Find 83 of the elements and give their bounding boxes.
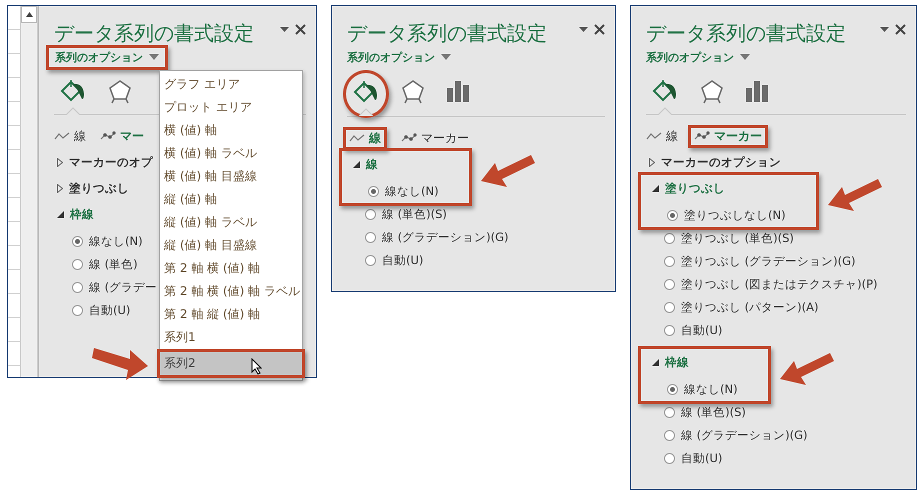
menu-item[interactable]: 横 (値) 軸 ラベル (160, 142, 302, 165)
section-header[interactable]: マーカーのオプション (646, 149, 781, 175)
options-dropdown[interactable]: 系列のオプション (55, 48, 163, 66)
section-header[interactable]: 塗りつぶし (649, 175, 725, 201)
caret-icon (280, 27, 289, 32)
options-dropdown[interactable]: 系列のオプション (347, 48, 455, 66)
radio-option[interactable]: 線 (グラデーション)(G) (365, 226, 509, 249)
sub-tab[interactable]: マーカー (694, 128, 762, 144)
caret-icon (149, 54, 159, 60)
marker-line-icon (694, 131, 710, 141)
radio-option[interactable]: 自動(U) (72, 299, 130, 322)
radio-option[interactable]: 線なし(N) (72, 230, 143, 253)
bar-chart-icon (745, 78, 769, 104)
pane-title: データ系列の書式設定 (54, 20, 254, 46)
paint-bucket-icon (352, 79, 380, 105)
radio-option[interactable]: 線 (単色)(S) (664, 401, 746, 424)
radio-option[interactable]: 自動(U) (664, 319, 722, 342)
radio-option[interactable]: 線 (グラデーション)(G) (664, 424, 808, 447)
caret-icon (880, 27, 889, 32)
menu-item[interactable]: 系列1 (160, 326, 302, 349)
sub-tab[interactable]: 線 (349, 130, 381, 146)
menu-item[interactable]: 系列2 (160, 352, 302, 375)
radio-option[interactable]: 塗りつぶし (単色)(S) (664, 227, 794, 250)
section-header[interactable]: 枠線 (54, 201, 94, 227)
section-header[interactable]: 塗りつぶし (54, 175, 129, 201)
close-icon (895, 24, 906, 35)
line-icon (646, 131, 662, 141)
pane-options-button[interactable] (280, 27, 289, 32)
section-header[interactable]: 線 (350, 151, 378, 177)
sub-tab[interactable]: 線 (54, 128, 86, 144)
radio-option[interactable]: 自動(U) (664, 447, 722, 470)
pane-options-button[interactable] (579, 27, 588, 32)
options-dropdown[interactable]: 系列のオプション (646, 48, 754, 66)
close-button[interactable] (895, 24, 906, 35)
close-icon (295, 24, 306, 35)
caret-icon (740, 54, 750, 60)
selection-notch (359, 108, 373, 116)
sub-tab[interactable]: 線 (646, 128, 678, 144)
sub-tab[interactable]: マー (100, 128, 144, 144)
menu-item[interactable]: 横 (値) 軸 目盛線 (160, 165, 302, 188)
scroll-up-button[interactable] (21, 6, 37, 23)
caret-icon (579, 27, 588, 32)
menu-item[interactable]: 第 2 軸 横 (値) 軸 ラベル (160, 280, 302, 303)
menu-item[interactable]: グラフ エリア (160, 73, 302, 96)
radio-option[interactable]: 塗りつぶし (図またはテクスチャ)(P) (664, 273, 878, 296)
scroll-bar[interactable] (21, 6, 38, 377)
radio-option[interactable]: 塗りつぶし (グラデーション)(G) (664, 250, 856, 273)
bar-chart-icon (446, 78, 470, 104)
pane-title: データ系列の書式設定 (347, 20, 547, 46)
caret-icon (441, 54, 451, 60)
radio-option[interactable]: 線なし(N) (368, 180, 439, 203)
close-icon (594, 24, 605, 35)
line-icon (54, 131, 70, 141)
line-icon (349, 133, 365, 143)
pane-title: データ系列の書式設定 (646, 20, 846, 46)
radio-option[interactable]: 線なし(N) (667, 378, 738, 401)
paint-bucket-icon (651, 78, 679, 104)
menu-item[interactable]: 第 2 軸 縦 (値) 軸 (160, 303, 302, 326)
pentagon-icon (699, 78, 725, 104)
section-header[interactable]: マーカーのオプ (54, 149, 153, 175)
paint-bucket-icon (59, 78, 87, 104)
menu-item[interactable]: 縦 (値) 軸 ラベル (160, 211, 302, 234)
marker-line-icon (401, 133, 417, 143)
menu-item[interactable]: 第 2 軸 横 (値) 軸 (160, 257, 302, 280)
radio-option[interactable]: 塗りつぶしなし(N) (667, 204, 786, 227)
close-button[interactable] (295, 24, 306, 35)
menu-item[interactable]: プロット エリア (160, 96, 302, 119)
up-arrow-icon (26, 12, 32, 17)
radio-option[interactable]: 線 (単色) (72, 253, 138, 276)
section-header[interactable]: 枠線 (649, 349, 689, 375)
pentagon-icon (107, 78, 133, 104)
menu-item[interactable]: 横 (値) 軸 (160, 119, 302, 142)
close-button[interactable] (594, 24, 605, 35)
radio-option[interactable]: 塗りつぶし (パターン)(A) (664, 296, 818, 319)
menu-item[interactable]: 縦 (値) 軸 目盛線 (160, 234, 302, 257)
menu-item[interactable]: 縦 (値) 軸 (160, 188, 302, 211)
radio-option[interactable]: 線 (グラデー (72, 276, 158, 299)
pane-options-button[interactable] (880, 27, 889, 32)
marker-line-icon (100, 131, 116, 141)
radio-option[interactable]: 自動(U) (365, 249, 424, 272)
sub-tab[interactable]: マーカー (401, 130, 469, 146)
pentagon-icon (400, 78, 426, 104)
radio-option[interactable]: 線 (単色)(S) (365, 203, 447, 226)
